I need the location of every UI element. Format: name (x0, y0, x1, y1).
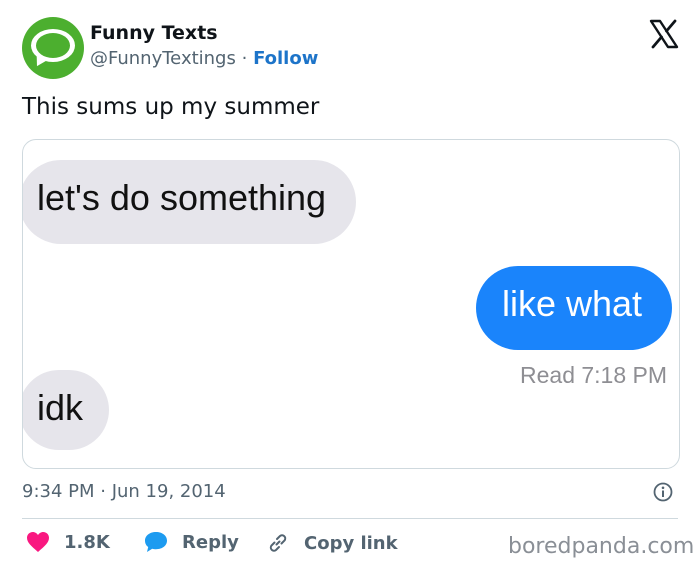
handle[interactable]: @FunnyTextings (90, 48, 236, 69)
link-icon (269, 534, 287, 552)
read-receipt: Read 7:18 PM (520, 362, 668, 388)
separator: · (241, 48, 248, 69)
reply-label: Reply (182, 531, 239, 553)
tweet-text: This sums up my summer (22, 94, 320, 120)
message-bubble-received: let's do something (23, 160, 357, 244)
heart-icon (27, 532, 49, 552)
like-button[interactable]: 1.8K (26, 531, 110, 553)
copy-link-button[interactable]: Copy link (266, 531, 398, 555)
speech-bubble-icon (145, 532, 167, 552)
x-logo-icon[interactable] (648, 18, 680, 50)
copy-link-label: Copy link (304, 532, 398, 554)
message-bubble-sent: like what (476, 266, 673, 350)
reply-button[interactable]: Reply (144, 531, 239, 553)
timestamp[interactable]: 9:34 PM · Jun 19, 2014 (22, 481, 226, 502)
divider (22, 518, 678, 519)
tweet-media[interactable]: let's do something like what Read 7:18 P… (22, 139, 680, 469)
handle-row: @FunnyTextings · Follow (90, 48, 318, 69)
message-bubble-received: idk (23, 370, 110, 450)
follow-button[interactable]: Follow (253, 48, 318, 69)
avatar[interactable] (22, 17, 84, 79)
watermark: boredpanda.com (508, 534, 695, 559)
like-count: 1.8K (64, 531, 110, 553)
display-name[interactable]: Funny Texts (90, 22, 218, 44)
info-icon[interactable] (653, 482, 673, 502)
